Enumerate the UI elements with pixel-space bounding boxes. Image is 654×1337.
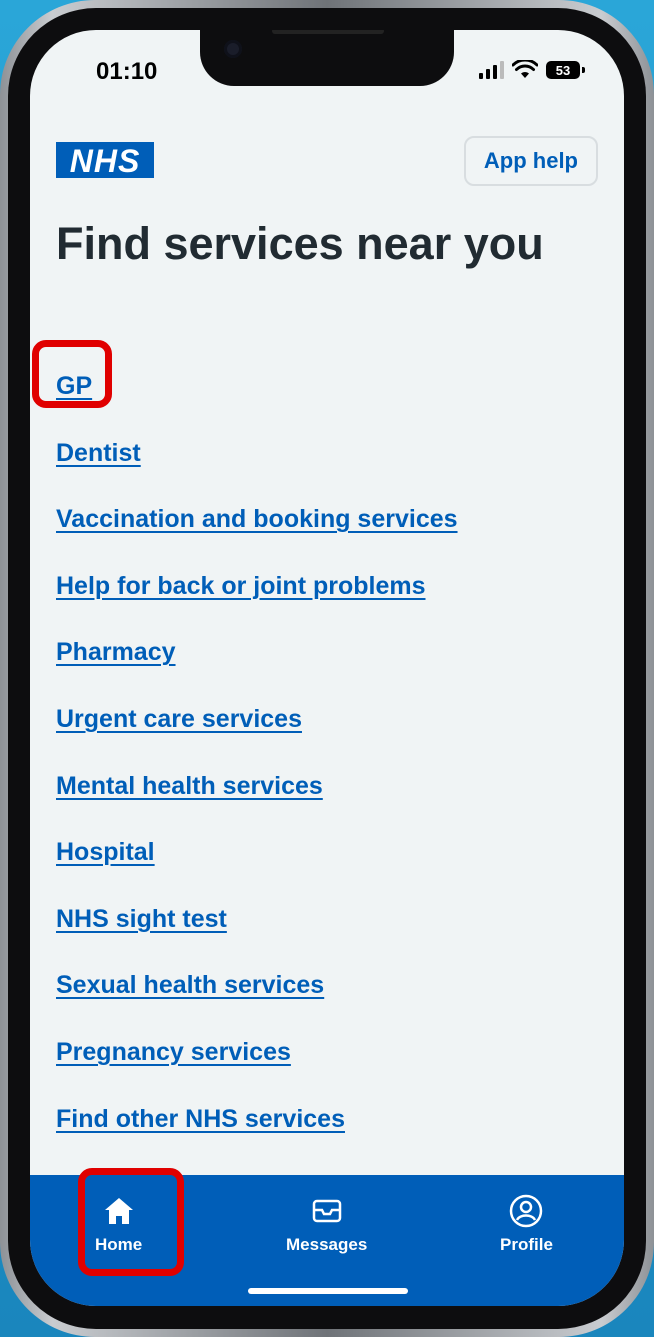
app-help-button[interactable]: App help (463, 136, 598, 186)
phone-screen: 01:10 53 NHS App help Find services near… (30, 30, 624, 1306)
gp-link[interactable]: GP (56, 372, 92, 400)
hospital-link[interactable]: Hospital (56, 838, 155, 866)
battery-icon: 53 (546, 61, 585, 79)
nhs-logo: NHS (56, 142, 154, 179)
status-time: 01:10 (96, 58, 158, 85)
envelope-icon (309, 1193, 345, 1229)
home-icon (101, 1193, 137, 1229)
app-header: NHS App help (30, 114, 624, 194)
list-item: GP (56, 372, 458, 439)
notch (200, 30, 454, 86)
other-services-link[interactable]: Find other NHS services (56, 1105, 345, 1133)
page-title: Find services near you (56, 218, 544, 269)
sexual-health-link[interactable]: Sexual health services (56, 971, 324, 999)
list-item: Help for back or joint problems (56, 572, 458, 639)
list-item: Pharmacy (56, 638, 458, 705)
tab-messages-label: Messages (286, 1235, 368, 1254)
list-item: Pregnancy services (56, 1038, 458, 1105)
front-camera (224, 40, 242, 58)
list-item: Dentist (56, 439, 458, 506)
pregnancy-link[interactable]: Pregnancy services (56, 1038, 291, 1066)
tab-home-label: Home (95, 1235, 143, 1254)
list-item: Find other NHS services (56, 1105, 458, 1172)
home-indicator (248, 1288, 408, 1294)
tab-profile-label: Profile (500, 1235, 553, 1254)
list-item: Vaccination and booking services (56, 505, 458, 572)
earpiece-speaker (272, 30, 384, 34)
services-list: GP Dentist Vaccination and booking servi… (56, 372, 458, 1171)
signal-icon (479, 61, 504, 79)
tab-home[interactable]: Home (95, 1193, 142, 1255)
dentist-link[interactable]: Dentist (56, 439, 141, 467)
bottom-tab-bar: Home Messages Profile (30, 1175, 624, 1306)
list-item: NHS sight test (56, 905, 458, 972)
tab-messages[interactable]: Messages (286, 1193, 367, 1255)
mental-health-link[interactable]: Mental health services (56, 772, 323, 800)
pharmacy-link[interactable]: Pharmacy (56, 638, 176, 666)
vaccination-booking-link[interactable]: Vaccination and booking services (56, 505, 458, 533)
list-item: Sexual health services (56, 971, 458, 1038)
wifi-icon (512, 60, 538, 78)
tab-profile[interactable]: Profile (500, 1193, 553, 1255)
back-joint-problems-link[interactable]: Help for back or joint problems (56, 572, 426, 600)
urgent-care-link[interactable]: Urgent care services (56, 705, 302, 733)
status-icons: 53 (479, 60, 585, 80)
sight-test-link[interactable]: NHS sight test (56, 905, 227, 933)
list-item: Hospital (56, 838, 458, 905)
list-item: Urgent care services (56, 705, 458, 772)
list-item: Mental health services (56, 772, 458, 839)
user-circle-icon (508, 1193, 544, 1229)
